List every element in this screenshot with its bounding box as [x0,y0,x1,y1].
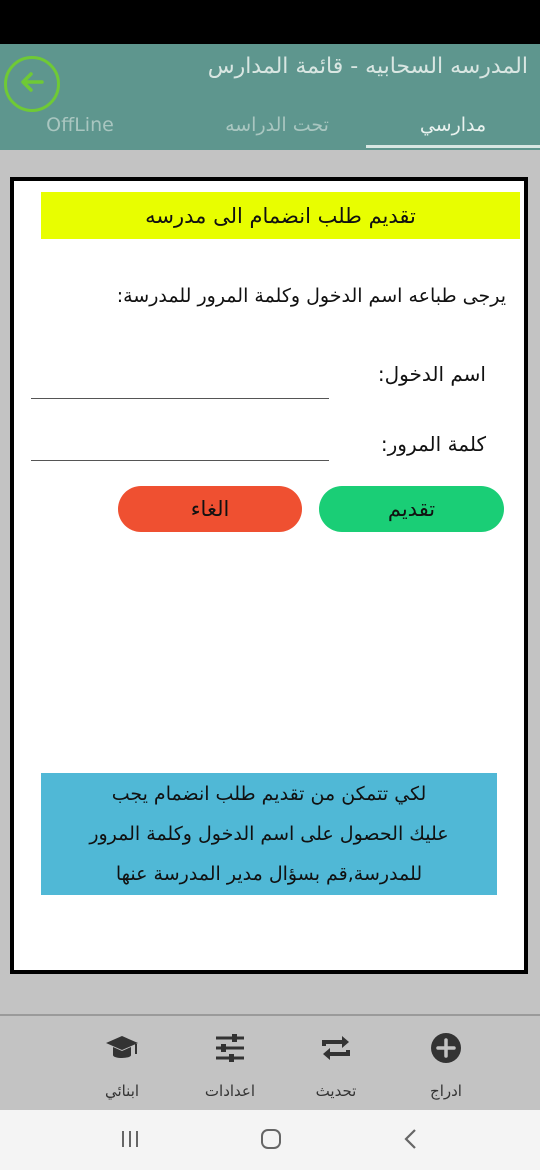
plus-circle-icon [426,1028,466,1068]
tab-bar: مدارسي تحت الدراسه OffLine [0,106,540,150]
sliders-icon [210,1028,250,1068]
nav-children[interactable]: ابنائي [72,1028,172,1104]
cancel-button[interactable]: الغاء [118,486,302,532]
nav-label: اعدادات [204,1082,256,1100]
back-system-button[interactable] [396,1126,426,1156]
password-label: كلمة المرور: [380,432,486,456]
arrow-left-circle-icon [12,62,52,106]
active-tab-indicator [366,145,540,148]
submit-button[interactable]: تقديم [319,486,504,532]
password-field[interactable] [31,425,329,459]
tab-offline[interactable]: OffLine [0,114,160,136]
nav-label: تحديث [315,1082,357,1100]
tab-my-schools[interactable]: مدارسي [366,114,540,136]
nav-refresh[interactable]: تحديث [286,1028,386,1104]
nav-settings[interactable]: اعدادات [180,1028,280,1104]
tab-under-review[interactable]: تحت الدراسه [190,114,364,136]
app-title: المدرسه السحابيه - قائمة المدارس [207,54,528,79]
home-button[interactable] [256,1126,286,1156]
nav-label: ابنائي [104,1082,140,1100]
system-navigation-bar [0,1110,540,1170]
info-line: لكي تتمكن من تقديم طلب انضمام يجب [111,783,427,805]
dialog-heading: تقديم طلب انضمام الى مدرسه [41,192,520,239]
username-field[interactable] [31,363,329,397]
graduation-cap-icon [102,1028,142,1068]
join-request-dialog: تقديم طلب انضمام الى مدرسه يرجى طباعه اس… [10,177,528,974]
info-line: عليك الحصول على اسم الدخول وكلمة المرور [89,823,449,845]
chevron-left-icon [398,1126,424,1156]
instruction-text: يرجى طباعه اسم الدخول وكلمة المرور للمدر… [116,285,506,307]
app-bar: المدرسه السحابيه - قائمة المدارس مدارسي … [0,44,540,150]
status-bar [0,0,540,44]
info-box: لكي تتمكن من تقديم طلب انضمام يجب عليك ا… [41,773,497,895]
username-label: اسم الدخول: [377,362,486,386]
refresh-icon [316,1028,356,1068]
nav-label: ادراج [430,1082,462,1100]
password-underline [31,460,329,461]
nav-insert[interactable]: ادراج [396,1028,496,1104]
recent-apps-button[interactable] [115,1126,145,1156]
info-line: للمدرسة,قم بسؤال مدير المدرسة عنها [115,863,423,885]
back-button[interactable] [4,56,60,112]
recent-apps-icon [117,1126,143,1156]
home-icon [258,1126,284,1156]
bottom-navigation: ادراج تحديث اعدادات ابنائي [0,1014,540,1108]
username-underline [31,398,329,399]
